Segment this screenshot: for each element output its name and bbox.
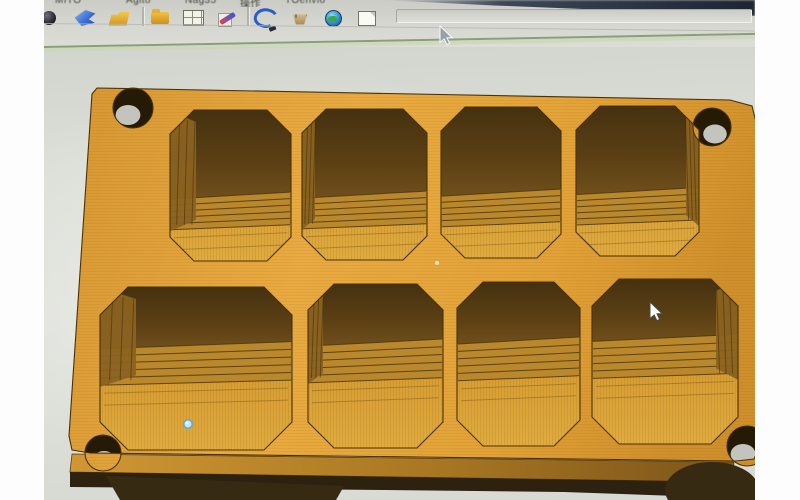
snap-point-dot-center [186, 422, 189, 425]
pocket-interior[interactable] [576, 106, 700, 256]
application-window: MITO Agito Nag35 操作 TOenvio [44, 0, 755, 500]
snap-point-dot[interactable] [184, 420, 192, 428]
pocket-interior[interactable] [99, 287, 292, 450]
mold-plate-underside [70, 454, 755, 500]
pocket-interior[interactable] [592, 279, 739, 444]
cad-viewport[interactable] [44, 0, 755, 500]
photo-margin-left [0, 0, 44, 500]
pocket-interior[interactable] [307, 284, 443, 448]
pocket-interior[interactable] [457, 282, 580, 446]
pocket-interior[interactable] [441, 107, 561, 258]
pocket-interior[interactable] [301, 109, 427, 260]
pocket-interior[interactable] [169, 110, 291, 261]
origin-dot [435, 261, 439, 265]
mouse-cursor-top [440, 26, 452, 45]
photo-of-screen: MITO Agito Nag35 操作 TOenvio [0, 0, 800, 500]
photo-margin-right [755, 0, 800, 500]
